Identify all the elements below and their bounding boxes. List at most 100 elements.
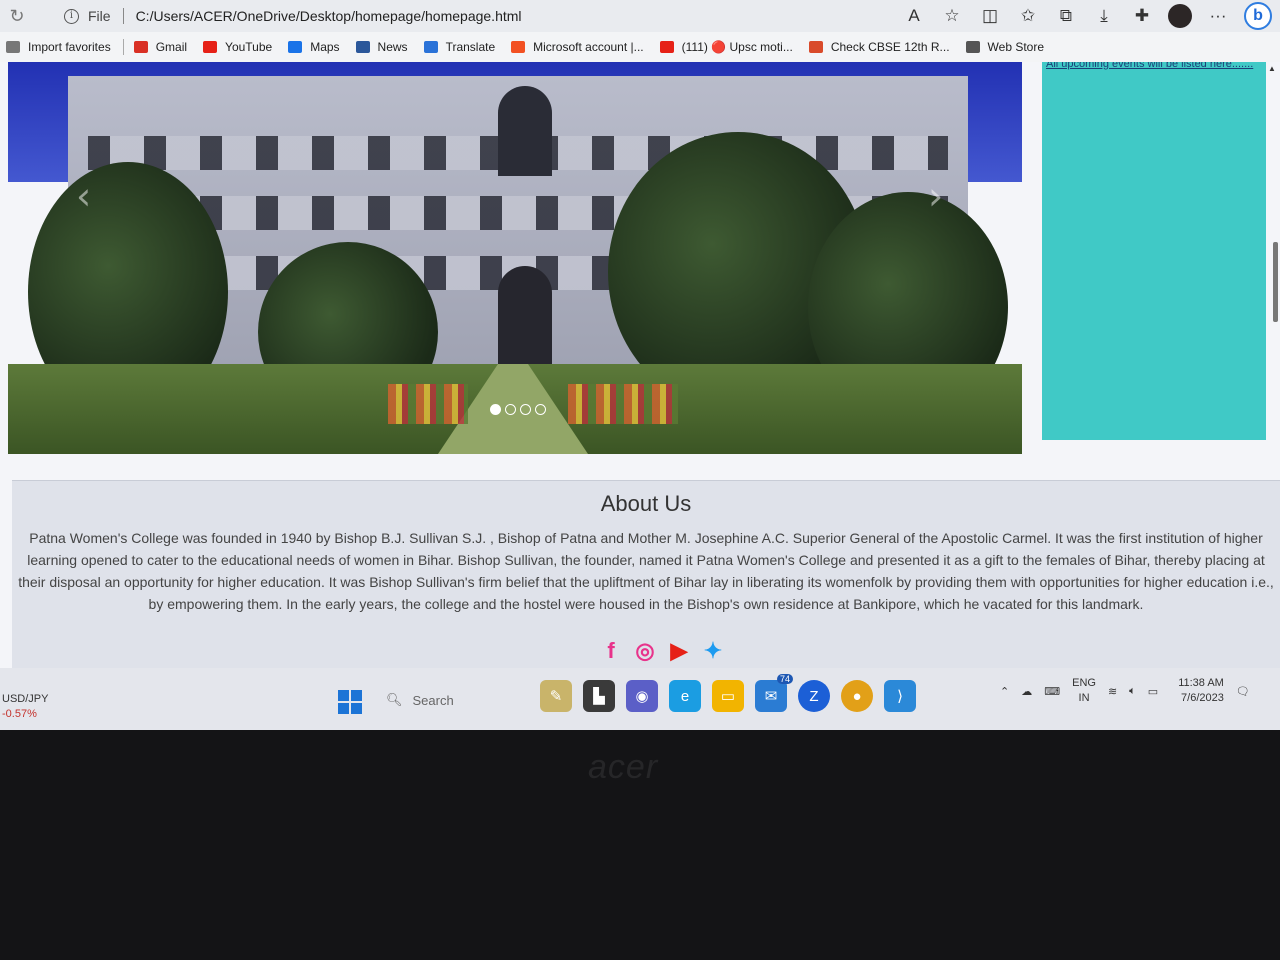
search-icon: 🔍︎ — [386, 692, 403, 707]
windows-taskbar: USD/JPY -0.57% 🔍︎ Search ✎ ▙ ◉ e ▭ ✉ 74 Z… — [0, 668, 1280, 730]
taskbar-search[interactable]: 🔍︎ Search — [386, 692, 454, 708]
divider — [122, 8, 124, 24]
favicon-icon — [355, 41, 370, 53]
favorite-link[interactable]: Check CBSE 12th R... — [808, 40, 950, 54]
read-aloud-icon[interactable]: A — [902, 6, 926, 26]
favicon-icon — [203, 41, 218, 53]
favorite-link[interactable]: Translate — [423, 40, 496, 54]
youtube-icon[interactable]: ▶ — [664, 636, 694, 666]
social-links: f ◎ ▶ ✦ — [596, 636, 728, 666]
favorite-label: YouTube — [225, 40, 273, 54]
instagram-icon[interactable]: ◎ — [630, 636, 660, 666]
wifi-icon[interactable]: ≋ — [1108, 685, 1117, 698]
more-menu-icon[interactable]: ··· — [1206, 6, 1230, 26]
favorite-link[interactable]: Import favorites — [6, 40, 111, 54]
facebook-icon[interactable]: f — [596, 636, 626, 666]
favorites-icon[interactable]: ✩ — [1016, 6, 1040, 26]
date: 7/6/2023 — [1181, 692, 1224, 704]
vscode-icon[interactable]: ⟩ — [884, 680, 916, 712]
favorite-link[interactable]: Gmail — [133, 40, 188, 54]
favicon-icon — [423, 41, 438, 53]
carousel-next-icon[interactable]: › — [928, 174, 943, 218]
split-screen-icon[interactable]: ◫ — [978, 6, 1002, 26]
carousel-dot[interactable] — [505, 404, 516, 415]
building-door — [498, 266, 552, 376]
file-label: File — [88, 8, 111, 24]
info-icon: i — [64, 8, 79, 24]
battery-icon[interactable]: ▭ — [1148, 685, 1158, 698]
carousel-dot[interactable] — [520, 404, 531, 415]
scrollbar-thumb[interactable] — [1273, 242, 1278, 322]
favorite-link[interactable]: YouTube — [203, 40, 272, 54]
about-title: About Us — [600, 491, 692, 516]
favorite-label: Translate — [445, 40, 496, 54]
browser-toolbar: A ☆ ◫ ✩ ⧉ ⤓ ✚ ··· b — [902, 0, 1272, 32]
scroll-up-arrow-icon[interactable]: ▲ — [1268, 64, 1276, 73]
lang-top: ENG — [1072, 677, 1096, 689]
search-placeholder: Search — [412, 692, 454, 708]
favicon-icon — [659, 41, 674, 53]
favorite-link[interactable]: (111) 🔴 Upsc moti... — [659, 40, 793, 54]
clock[interactable]: 11:38 AM 7/6/2023 — [1178, 676, 1224, 706]
favorite-link[interactable]: Web Store — [965, 40, 1045, 54]
collections-icon[interactable]: ⧉ — [1054, 6, 1078, 26]
flower-bed — [388, 384, 468, 424]
bing-copilot-icon[interactable]: b — [1244, 2, 1272, 30]
carousel-dot[interactable] — [535, 404, 546, 415]
favorites-bar: Import favorites Gmail YouTube Maps News Tran… — [0, 32, 1280, 62]
profile-avatar[interactable] — [1168, 4, 1192, 28]
twitter-icon[interactable]: ✦ — [698, 636, 728, 666]
image-carousel: ‹ › — [8, 62, 1022, 454]
file-app-icon[interactable]: ▙ — [583, 680, 615, 712]
zoom-app-icon[interactable]: Z — [798, 680, 830, 712]
favorite-link[interactable]: Maps — [288, 40, 340, 54]
favorite-label: Maps — [310, 40, 340, 54]
events-placeholder-text: All upcoming events will be listed here.… — [1046, 62, 1254, 70]
ticker-symbol: USD/JPY — [2, 693, 49, 705]
stock-widget[interactable]: USD/JPY -0.57% — [2, 692, 48, 722]
favorite-label: Microsoft account |... — [533, 40, 644, 54]
favorites-divider — [122, 39, 124, 55]
mail-badge: 74 — [776, 674, 793, 684]
favorite-link[interactable]: News — [355, 40, 408, 54]
chrome-icon[interactable]: ● — [841, 680, 873, 712]
teams-chat-icon[interactable]: ◉ — [626, 680, 658, 712]
mail-app-icon[interactable]: ✉ 74 — [755, 674, 793, 712]
volume-icon[interactable]: 🔈︎ — [1129, 685, 1136, 698]
windows-start-icon[interactable] — [338, 690, 362, 714]
cloud-icon[interactable]: ☁ — [1021, 685, 1032, 698]
favorite-label: Web Store — [987, 40, 1045, 54]
downloads-icon[interactable]: ⤓ — [1092, 6, 1116, 26]
file-explorer-icon[interactable]: ▭ — [712, 680, 744, 712]
carousel-prev-icon[interactable]: ‹ — [76, 174, 91, 218]
about-text: Patna Women's College was founded in 194… — [18, 530, 1274, 612]
favorite-label: Import favorites — [28, 40, 111, 54]
ticker-change: -0.57% — [2, 708, 37, 720]
favorite-label: (111) 🔴 Upsc moti... — [681, 40, 793, 54]
favicon-icon — [511, 41, 526, 53]
site-info-chip[interactable]: i File — [64, 8, 111, 24]
favorite-star-icon[interactable]: ☆ — [940, 6, 964, 26]
favorite-label: Gmail — [155, 40, 188, 54]
lang-bottom: IN — [1078, 692, 1090, 704]
flower-bed — [568, 384, 678, 424]
favorite-label: News — [377, 40, 408, 54]
favorite-label: Check CBSE 12th R... — [830, 40, 950, 54]
time: 11:38 AM — [1178, 677, 1224, 689]
carousel-indicators — [490, 404, 546, 415]
notification-icon[interactable]: 🗨︎ — [1236, 685, 1250, 698]
extensions-icon[interactable]: ✚ — [1130, 6, 1154, 26]
edge-browser-icon[interactable]: e — [669, 680, 701, 712]
language-indicator[interactable]: ENG IN — [1072, 676, 1096, 706]
favicon-icon — [6, 41, 20, 53]
keyboard-icon[interactable]: ⌨ — [1044, 685, 1060, 698]
widgets-app-icon[interactable]: ✎ — [540, 680, 572, 712]
favicon-icon — [965, 41, 980, 53]
carousel-dot[interactable] — [490, 404, 501, 415]
refresh-icon[interactable]: ↻ — [0, 6, 34, 27]
system-tray: ⌃ ☁ ⌨ ENG IN ≋ 🔈︎ ▭ 11:38 AM 7/6/2023 🗨︎ — [1000, 676, 1250, 706]
url-field[interactable]: C:/Users/ACER/OneDrive/Desktop/homepage/… — [136, 8, 522, 24]
browser-address-bar: ↻ i File C:/Users/ACER/OneDrive/Desktop/… — [0, 0, 1280, 32]
show-hidden-icons-chevron-icon[interactable]: ⌃ — [1000, 685, 1009, 698]
favorite-link[interactable]: Microsoft account |... — [511, 40, 644, 54]
